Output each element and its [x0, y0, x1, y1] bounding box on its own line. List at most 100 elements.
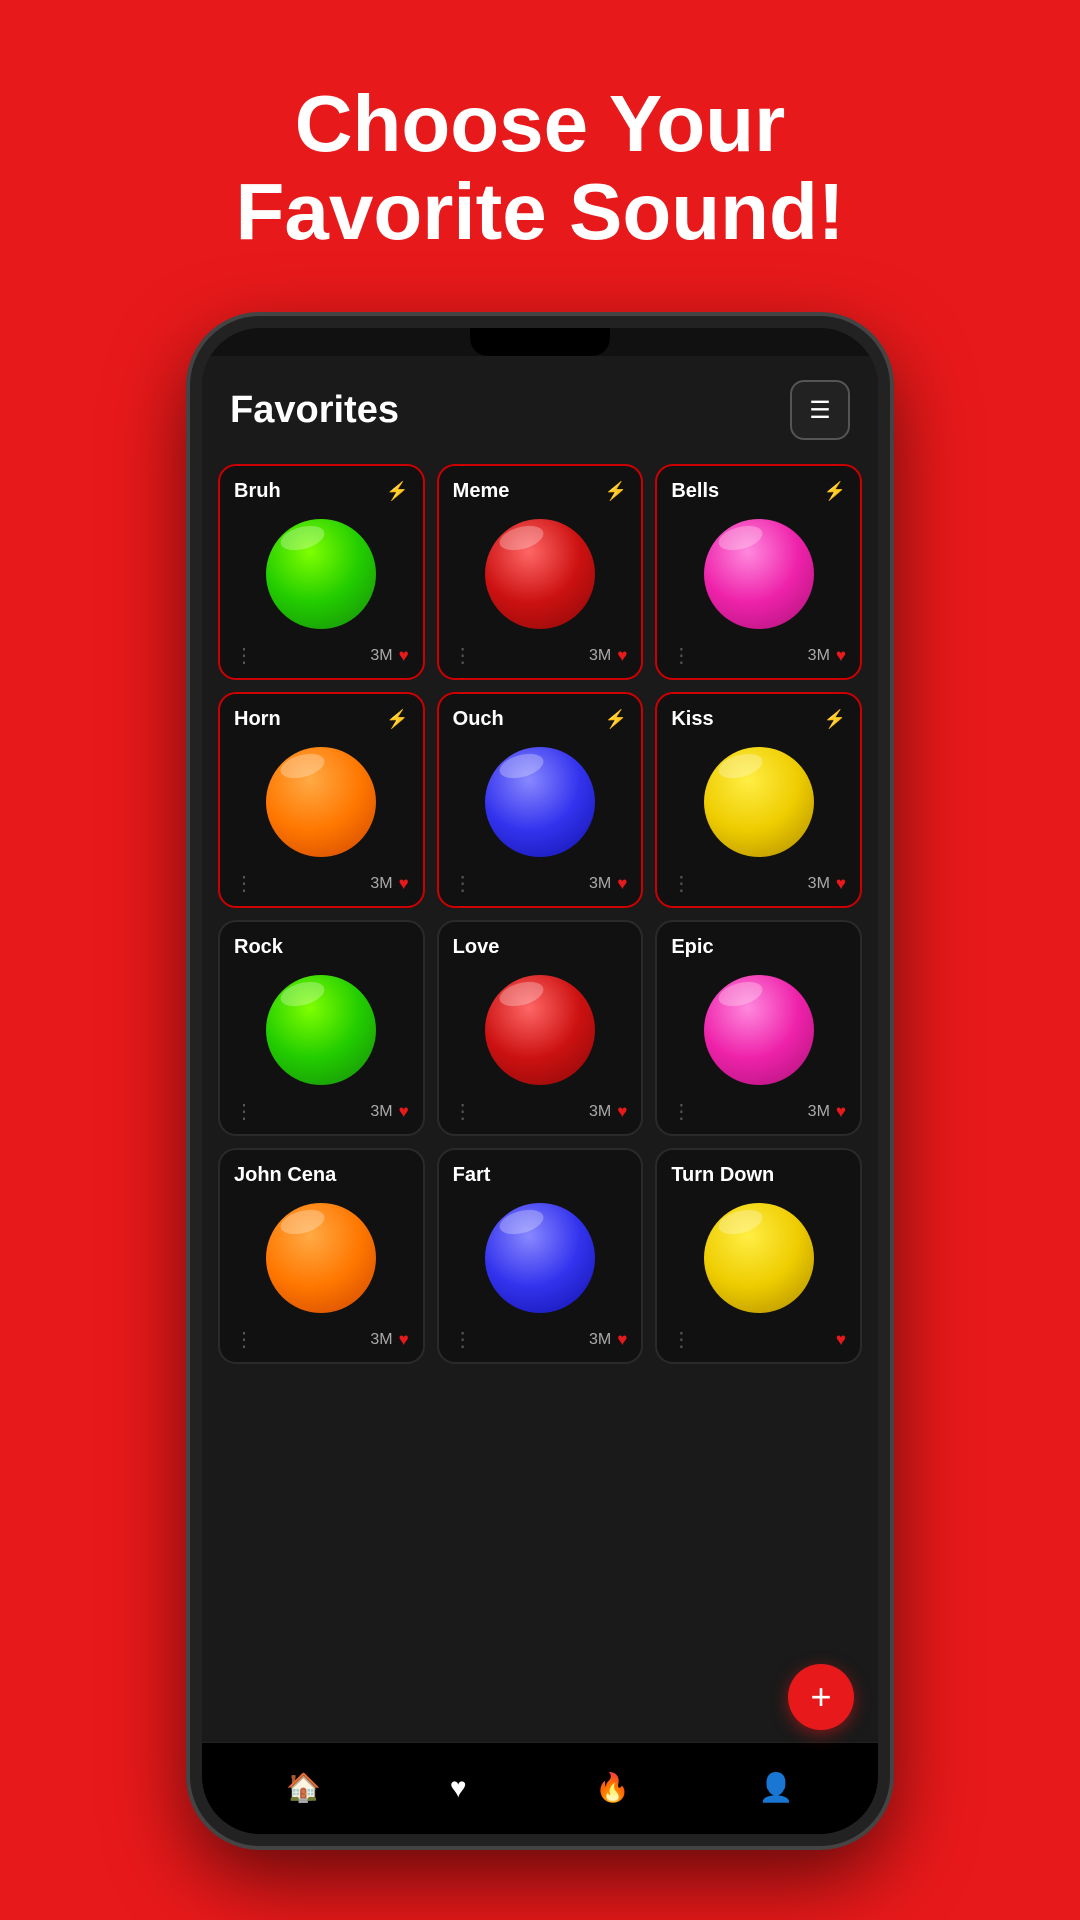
card-title-row: Fart [453, 1164, 628, 1187]
card-name: John Cena [234, 1164, 336, 1187]
heart-icon: ♥ [399, 1102, 409, 1122]
play-count: 3M [370, 647, 392, 665]
play-count: 3M [370, 1103, 392, 1121]
card-title-row: Rock [234, 936, 409, 959]
sound-button[interactable] [704, 975, 814, 1085]
sound-card-fart[interactable]: Fart ⋮ 3M ♥ [437, 1148, 644, 1364]
stats: 3M ♥ [370, 874, 408, 894]
card-title-row: Meme ⚡ [453, 480, 628, 503]
nav-item-profile[interactable]: 👤 [759, 1771, 794, 1804]
sound-button[interactable] [485, 1203, 595, 1313]
heart-icon: ♥ [399, 646, 409, 666]
heart-icon: ♥ [836, 874, 846, 894]
more-icon[interactable]: ⋮ [671, 643, 689, 668]
card-footer: ⋮ 3M ♥ [234, 1327, 409, 1352]
stats: 3M ♥ [589, 874, 627, 894]
sound-button[interactable] [485, 975, 595, 1085]
card-footer: ⋮ 3M ♥ [234, 1099, 409, 1124]
lightning-icon: ⚡ [824, 481, 846, 502]
card-title-row: Ouch ⚡ [453, 708, 628, 731]
card-name: Love [453, 936, 500, 959]
card-footer: ⋮ ♥ [671, 1327, 846, 1352]
sound-card-epic[interactable]: Epic ⋮ 3M ♥ [655, 920, 862, 1136]
sound-button[interactable] [485, 747, 595, 857]
heart-icon: ♥ [617, 1330, 627, 1350]
stats: 3M ♥ [808, 874, 846, 894]
nav-item-trending[interactable]: 🔥 [595, 1771, 630, 1804]
lightning-icon: ⚡ [386, 481, 408, 502]
more-icon[interactable]: ⋮ [234, 643, 252, 668]
filter-button[interactable]: ☰ [790, 380, 850, 440]
lightning-icon: ⚡ [386, 709, 408, 730]
stats: 3M ♥ [370, 1330, 408, 1350]
card-footer: ⋮ 3M ♥ [234, 871, 409, 896]
app-header: Favorites ☰ [202, 356, 878, 456]
bottom-nav: 🏠 ♥ 🔥 👤 [202, 1742, 878, 1832]
sound-card-horn[interactable]: Horn ⚡ ⋮ 3M ♥ [218, 692, 425, 908]
sound-card-turn-down[interactable]: Turn Down ⋮ ♥ [655, 1148, 862, 1364]
stats: 3M ♥ [808, 1102, 846, 1122]
heart-icon: ♥ [617, 874, 627, 894]
card-name: Ouch [453, 708, 504, 731]
card-name: Bruh [234, 480, 281, 503]
play-count: 3M [589, 875, 611, 893]
sound-card-ouch[interactable]: Ouch ⚡ ⋮ 3M ♥ [437, 692, 644, 908]
card-name: Fart [453, 1164, 491, 1187]
sound-button[interactable] [485, 519, 595, 629]
stats: ♥ [830, 1330, 846, 1350]
heart-icon: ♥ [836, 1330, 846, 1350]
card-name: Epic [671, 936, 713, 959]
filter-icon: ☰ [809, 396, 831, 425]
more-icon[interactable]: ⋮ [453, 1327, 471, 1352]
sound-grid: Bruh ⚡ ⋮ 3M ♥ Meme ⚡ ⋮ 3M ♥ [218, 464, 862, 1364]
more-icon[interactable]: ⋮ [671, 1327, 689, 1352]
sound-button[interactable] [266, 519, 376, 629]
more-icon[interactable]: ⋮ [234, 1099, 252, 1124]
sound-button[interactable] [266, 747, 376, 857]
sound-card-rock[interactable]: Rock ⋮ 3M ♥ [218, 920, 425, 1136]
play-count: 3M [808, 647, 830, 665]
card-name: Kiss [671, 708, 713, 731]
card-footer: ⋮ 3M ♥ [453, 1327, 628, 1352]
more-icon[interactable]: ⋮ [234, 871, 252, 896]
sound-card-meme[interactable]: Meme ⚡ ⋮ 3M ♥ [437, 464, 644, 680]
more-icon[interactable]: ⋮ [234, 1327, 252, 1352]
more-icon[interactable]: ⋮ [453, 1099, 471, 1124]
card-title-row: John Cena [234, 1164, 409, 1187]
stats: 3M ♥ [589, 1330, 627, 1350]
card-title-row: Epic [671, 936, 846, 959]
more-icon[interactable]: ⋮ [671, 1099, 689, 1124]
sound-button[interactable] [704, 1203, 814, 1313]
headline: Choose Your Favorite Sound! [176, 80, 905, 256]
nav-item-home[interactable]: 🏠 [286, 1771, 321, 1804]
sound-button[interactable] [704, 519, 814, 629]
sound-card-john-cena[interactable]: John Cena ⋮ 3M ♥ [218, 1148, 425, 1364]
lightning-icon: ⚡ [824, 709, 846, 730]
heart-icon: ♥ [836, 1102, 846, 1122]
nav-item-favorites[interactable]: ♥ [450, 1772, 467, 1804]
sound-button[interactable] [266, 1203, 376, 1313]
card-name: Meme [453, 480, 510, 503]
sound-card-kiss[interactable]: Kiss ⚡ ⋮ 3M ♥ [655, 692, 862, 908]
heart-icon: ♥ [617, 1102, 627, 1122]
card-title-row: Love [453, 936, 628, 959]
sound-card-bells[interactable]: Bells ⚡ ⋮ 3M ♥ [655, 464, 862, 680]
more-icon[interactable]: ⋮ [671, 871, 689, 896]
card-footer: ⋮ 3M ♥ [453, 643, 628, 668]
phone-notch [470, 328, 610, 356]
heart-icon: ♥ [399, 1330, 409, 1350]
sound-grid-container: Bruh ⚡ ⋮ 3M ♥ Meme ⚡ ⋮ 3M ♥ [202, 456, 878, 1742]
home-indicator [202, 1832, 878, 1846]
app-title: Favorites [230, 389, 399, 432]
card-title-row: Bells ⚡ [671, 480, 846, 503]
more-icon[interactable]: ⋮ [453, 871, 471, 896]
sound-button[interactable] [266, 975, 376, 1085]
sound-card-love[interactable]: Love ⋮ 3M ♥ [437, 920, 644, 1136]
more-icon[interactable]: ⋮ [453, 643, 471, 668]
add-button[interactable]: + [788, 1664, 854, 1730]
sound-card-bruh[interactable]: Bruh ⚡ ⋮ 3M ♥ [218, 464, 425, 680]
card-footer: ⋮ 3M ♥ [671, 643, 846, 668]
stats: 3M ♥ [370, 1102, 408, 1122]
stats: 3M ♥ [370, 646, 408, 666]
sound-button[interactable] [704, 747, 814, 857]
